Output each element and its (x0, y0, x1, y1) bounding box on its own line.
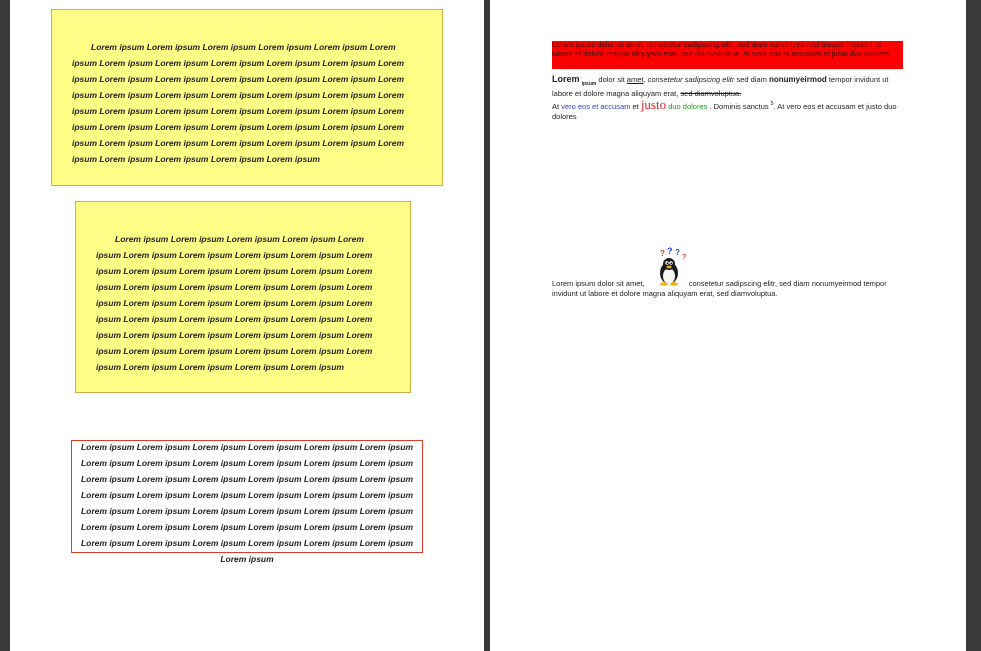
svg-text:?: ? (675, 248, 680, 257)
yellow-text-frame-2: Lorem ipsum Lorem ipsum Lorem ipsum Lore… (75, 201, 411, 393)
text-run: dolor sit (596, 75, 627, 84)
svg-text:?: ? (667, 247, 673, 256)
yellow-text-frame-1: Lorem ipsum Lorem ipsum Lorem ipsum Lore… (51, 9, 443, 186)
subscript-ipsum: ipsum (581, 81, 597, 87)
italic-text: consetetur sadipscing elitr (647, 75, 735, 84)
red-highlighted-paragraph: Lorem ipsum dolor sit amet, consetetur s… (552, 41, 903, 69)
document-page-right: Lorem ipsum dolor sit amet, consetetur s… (490, 0, 966, 651)
bold-lorem: Lorem (552, 74, 580, 84)
text-run: At (552, 102, 562, 111)
text-run: Lorem ipsum dolor sit amet, (552, 279, 647, 288)
green-text: duo dolores (666, 102, 708, 111)
frame-2-text: Lorem ipsum Lorem ipsum Lorem ipsum Lore… (96, 234, 373, 372)
image-wrapped-paragraph: Lorem ipsum dolor sit amet, consetetur s… (552, 279, 903, 299)
text-run: . Dominis sanctus (707, 102, 771, 111)
large-red-justo: justo (640, 97, 667, 112)
frame-1-text: Lorem ipsum Lorem ipsum Lorem ipsum Lore… (72, 42, 405, 164)
blue-text: vero eos et accusam (561, 102, 631, 111)
text-run: et (630, 102, 641, 111)
svg-text:?: ? (682, 254, 686, 261)
underlined-amet: amet (626, 75, 644, 84)
bold-text: nonumyeirmod (768, 75, 827, 84)
red-bordered-text-frame: Lorem ipsum Lorem ipsum Lorem ipsum Lore… (71, 440, 423, 564)
strikethrough-text: sed diamvoluptua. (680, 89, 742, 98)
formatted-paragraph: Lorem ipsum dolor sit amet, consetetur s… (552, 74, 903, 122)
text-run: sed diam (734, 75, 769, 84)
frame-3-text: Lorem ipsum Lorem ipsum Lorem ipsum Lore… (80, 442, 414, 564)
document-page-left: Lorem ipsum Lorem ipsum Lorem ipsum Lore… (10, 0, 484, 651)
svg-text:?: ? (660, 249, 665, 258)
